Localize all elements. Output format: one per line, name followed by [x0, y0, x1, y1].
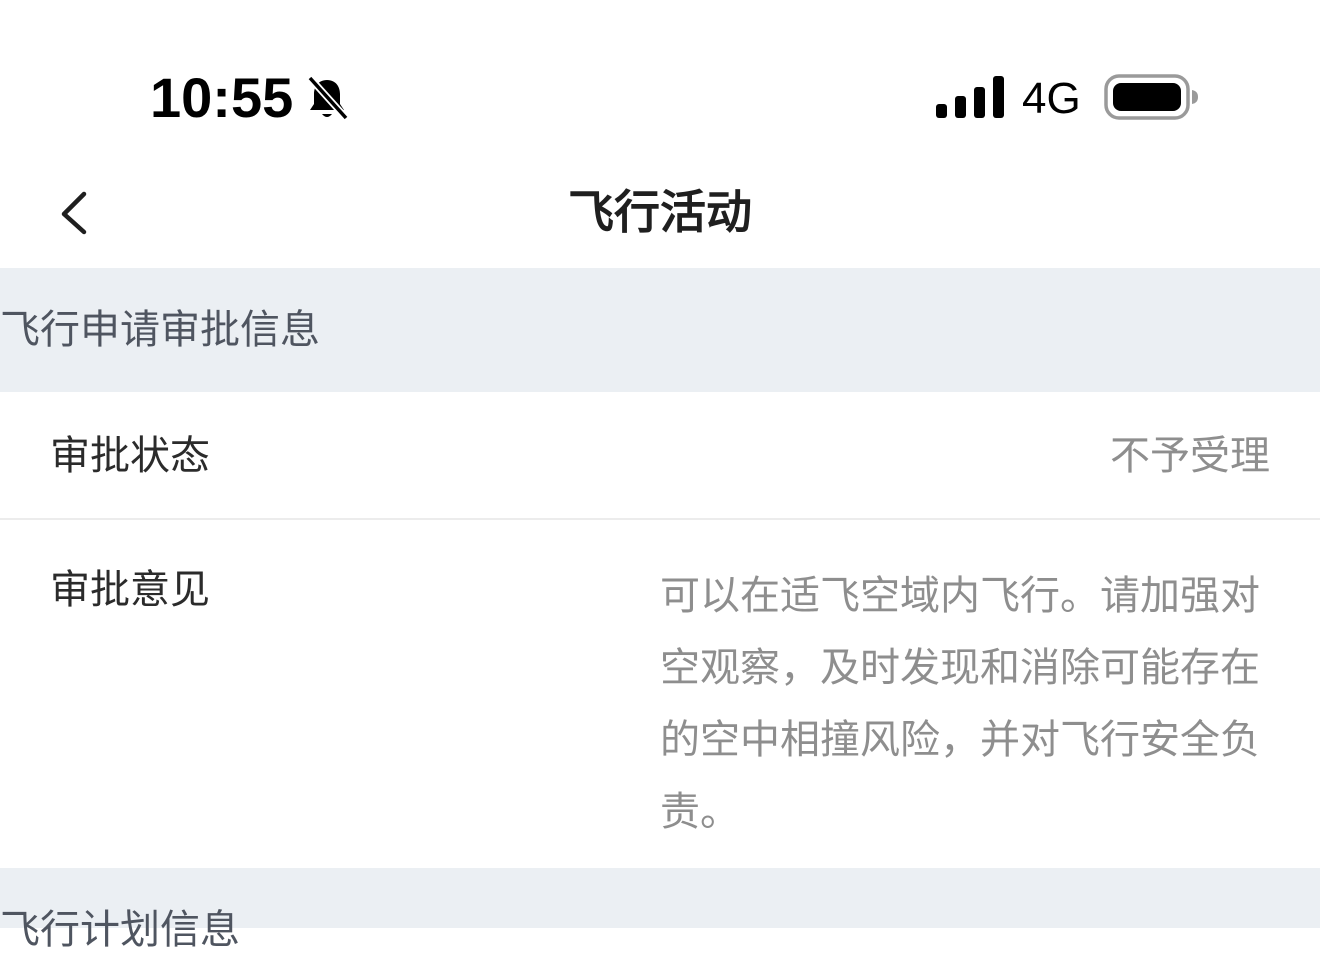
status-time: 10:55 — [150, 66, 294, 129]
approval-opinion-row: 审批意见 可以在适飞空域内飞行。请加强对空观察，及时发现和消除可能存在的空中相撞… — [0, 520, 1320, 868]
section-title: 飞行申请审批信息 — [0, 307, 320, 353]
approval-opinion-label: 审批意见 — [50, 567, 210, 613]
section-title: 飞行计划信息 — [0, 907, 240, 953]
approval-status-value: 不予受理 — [1110, 433, 1270, 479]
section-header-approval-info: 飞行申请审批信息 — [0, 268, 1320, 392]
page-title: 飞行活动 — [568, 185, 752, 239]
approval-status-label: 审批状态 — [50, 433, 210, 479]
chevron-left-icon — [61, 191, 87, 235]
status-bar: 10:55 4G — [0, 0, 1320, 160]
section-header-flight-plan-info: 飞行计划信息 — [0, 868, 1320, 953]
approval-opinion-value: 可以在适飞空域内飞行。请加强对空观察，及时发现和消除可能存在的空中相撞风险，并对… — [660, 573, 1260, 835]
network-type-label: 4G — [1022, 74, 1081, 123]
approval-status-row: 审批状态 不予受理 — [0, 392, 1320, 520]
navigation-bar: 飞行活动 — [0, 160, 1320, 268]
battery-icon — [1104, 74, 1198, 120]
bell-muted-icon — [307, 75, 349, 121]
back-button[interactable] — [50, 174, 100, 250]
signal-icon — [936, 76, 1004, 118]
